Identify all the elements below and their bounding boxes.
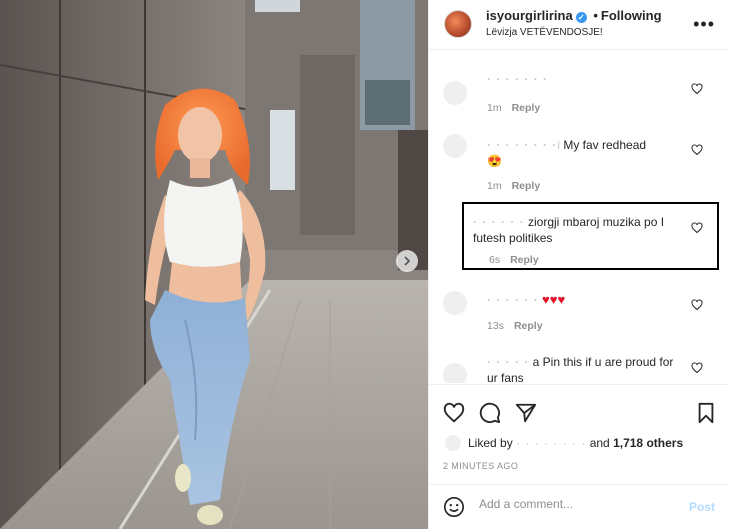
comment-text: · · · · · · · ·i My fav redhead 😍 bbox=[487, 138, 647, 168]
liked-by-label: Liked by bbox=[468, 436, 513, 450]
comment-username[interactable]: · · · · · · bbox=[487, 293, 539, 307]
red-hearts-emoji: ♥♥♥ bbox=[542, 292, 566, 307]
likes-and-label: and bbox=[589, 436, 610, 450]
comment-body: My fav redhead bbox=[563, 138, 647, 152]
reply-button[interactable]: Reply bbox=[512, 180, 541, 192]
add-comment-bar: Post bbox=[429, 484, 729, 529]
comment-meta: 13s Reply bbox=[487, 320, 543, 332]
comment-time: 1m bbox=[487, 180, 502, 192]
comment-username[interactable]: · · · · · bbox=[487, 355, 529, 369]
header-line: isyourgirlirina ✓ • Following bbox=[486, 8, 662, 23]
emoji-smiley-icon[interactable] bbox=[443, 496, 465, 518]
comment-meta: 1m Reply bbox=[487, 180, 540, 192]
likes-count[interactable]: 1,718 others bbox=[613, 436, 683, 450]
liker-username[interactable]: · · · · · · · · bbox=[516, 436, 586, 450]
next-photo-button[interactable] bbox=[396, 250, 418, 272]
separator-dot: • bbox=[593, 8, 598, 23]
like-comment-icon[interactable] bbox=[691, 362, 703, 374]
post-header: isyourgirlirina ✓ • Following Lëvizja VETË… bbox=[429, 0, 729, 50]
comment-avatar[interactable] bbox=[443, 81, 467, 105]
reply-button[interactable]: Reply bbox=[514, 320, 543, 332]
comment-text: · · · · · a Pin this if u are proud for … bbox=[487, 354, 677, 383]
comment-avatar[interactable] bbox=[443, 134, 467, 158]
post-actions-bar bbox=[429, 384, 729, 434]
highlight-box bbox=[462, 202, 719, 270]
like-comment-icon[interactable] bbox=[691, 299, 703, 311]
more-options-icon[interactable]: ••• bbox=[693, 14, 715, 35]
save-bookmark-icon[interactable] bbox=[695, 402, 717, 424]
username-link[interactable]: isyourgirlirina bbox=[486, 8, 573, 23]
comment-time: 13s bbox=[487, 320, 504, 332]
comment-username[interactable]: · · · · · · · bbox=[487, 72, 548, 86]
likes-summary[interactable]: Liked by · · · · · · · · and 1,718 other… bbox=[468, 436, 683, 450]
comment-avatar[interactable] bbox=[443, 363, 467, 383]
post-sidebar: isyourgirlirina ✓ • Following Lëvizja VETË… bbox=[428, 0, 729, 529]
share-paper-plane-icon[interactable] bbox=[515, 402, 537, 424]
location-link[interactable]: Lëvizja VETËVENDOSJE! bbox=[486, 27, 603, 38]
liker-avatar[interactable] bbox=[445, 435, 461, 451]
post-comment-button[interactable]: Post bbox=[689, 500, 715, 514]
verified-badge-icon: ✓ bbox=[575, 12, 587, 23]
comment-meta: 1m Reply bbox=[487, 102, 540, 114]
like-comment-icon[interactable] bbox=[691, 144, 703, 156]
heart-eyes-emoji: 😍 bbox=[487, 154, 502, 168]
comment-username[interactable]: · · · · · · · · bbox=[487, 138, 557, 152]
post-timestamp: 2 MINUTES AGO bbox=[443, 461, 519, 471]
add-comment-input[interactable] bbox=[479, 497, 669, 511]
comment-avatar[interactable] bbox=[443, 291, 467, 315]
comments-list[interactable]: · · · · · · · 1m Reply · · · · · · · ·i M… bbox=[429, 51, 729, 383]
photo-illustration bbox=[0, 0, 428, 529]
comment-text: · · · · · · · bbox=[487, 71, 677, 87]
like-heart-icon[interactable] bbox=[443, 402, 465, 424]
avatar[interactable] bbox=[444, 10, 472, 38]
comment-time: 1m bbox=[487, 102, 502, 114]
chevron-right-icon bbox=[404, 256, 411, 266]
comment-text: · · · · · · ♥♥♥ bbox=[487, 292, 677, 308]
post-photo[interactable] bbox=[0, 0, 428, 529]
reply-button[interactable]: Reply bbox=[512, 102, 541, 114]
following-button[interactable]: Following bbox=[601, 8, 662, 23]
like-comment-icon[interactable] bbox=[691, 83, 703, 95]
instagram-post-modal: isyourgirlirina ✓ • Following Lëvizja VETË… bbox=[0, 0, 729, 529]
comment-bubble-icon[interactable] bbox=[479, 402, 501, 424]
